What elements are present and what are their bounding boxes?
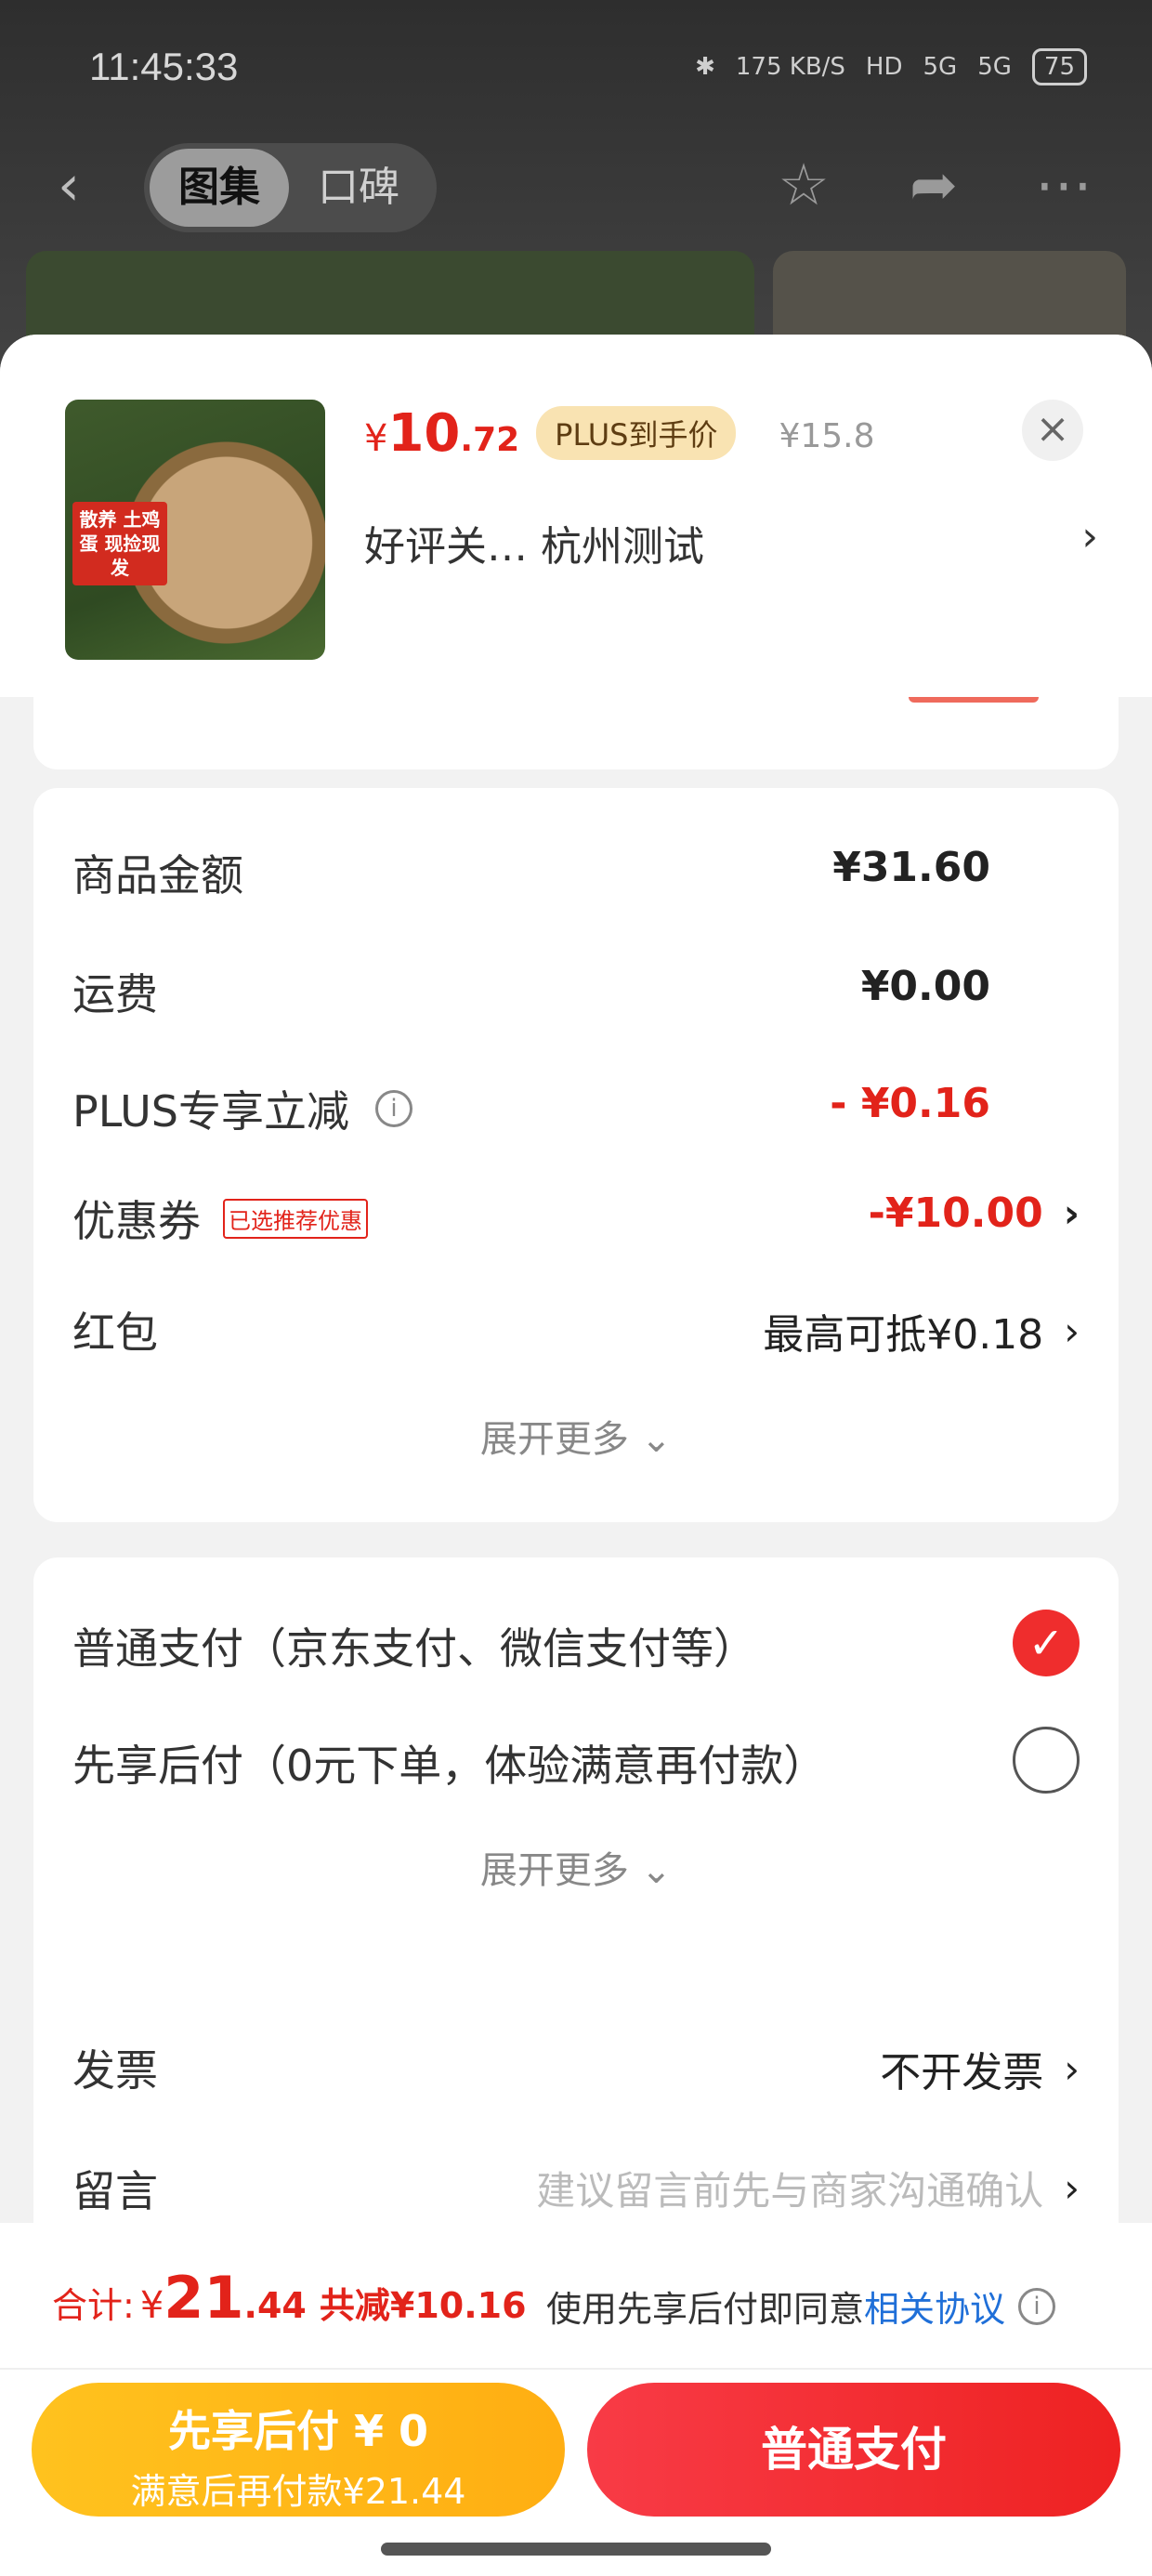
row-label: 发票 bbox=[72, 2045, 158, 2096]
chevron-right-icon: › bbox=[1081, 513, 1098, 560]
row-value-wrap: 最高可抵¥0.18 › bbox=[763, 1301, 1080, 1360]
product-spec-text: 好评关… 杭州测试 bbox=[364, 523, 704, 571]
total-symbol: ¥ bbox=[139, 2284, 164, 2327]
close-button[interactable]: × bbox=[1022, 400, 1083, 461]
pay-later-sub: 满意后再付款¥21.44 bbox=[130, 2471, 466, 2512]
total-integer: 21 bbox=[164, 2264, 244, 2332]
row-value: 最高可抵¥0.18 bbox=[763, 1311, 1044, 1359]
expand-more-button[interactable]: 展开更多 ⌄ bbox=[33, 1409, 1119, 1463]
row-value-wrap: 建议留言前先与商家沟通确认 › bbox=[536, 2160, 1080, 2216]
close-icon: × bbox=[1035, 405, 1070, 453]
row-value: ¥31.60 bbox=[832, 844, 990, 891]
chevron-right-icon: › bbox=[1064, 1308, 1080, 1354]
row-shipping: 运费 ¥0.00 bbox=[72, 952, 1080, 1026]
signal-5g-icon: 5G bbox=[923, 53, 958, 81]
chevron-down-icon: ⌄ bbox=[640, 1418, 673, 1461]
payment-method-card: 普通支付（京东支付、微信支付等） ✓ 先享后付（0元下单，体验满意再付款） 展开… bbox=[33, 1557, 1119, 2030]
chevron-right-icon: › bbox=[1064, 2045, 1080, 2092]
chevron-right-icon: › bbox=[1064, 2165, 1080, 2211]
back-icon[interactable]: ‹ bbox=[58, 158, 106, 216]
info-icon[interactable]: i bbox=[1018, 2287, 1056, 2325]
product-spec-selector[interactable]: 好评关… 杭州测试 › bbox=[364, 513, 1098, 572]
star-icon[interactable]: ☆ bbox=[771, 152, 836, 217]
row-coupon[interactable]: 优惠券 已选推荐优惠 -¥10.00 › bbox=[72, 1178, 1080, 1253]
product-header: 散养 土鸡蛋 现捡现发 ¥ 10 .72 PLUS到手价 ¥15.8 × 好评关… bbox=[0, 335, 1152, 697]
network-speed: 175 KB/S bbox=[735, 53, 845, 81]
note-placeholder[interactable]: 建议留言前先与商家沟通确认 bbox=[536, 2160, 1043, 2216]
share-icon[interactable]: ➦ bbox=[901, 152, 966, 217]
radio-checked-icon[interactable]: ✓ bbox=[1013, 1610, 1080, 1676]
payment-option-label: 普通支付（京东支付、微信支付等） bbox=[72, 1623, 756, 1674]
payment-option-pay-later[interactable]: 先享后付（0元下单，体验满意再付款） bbox=[72, 1723, 1080, 1797]
row-value-wrap: -¥10.00 › bbox=[869, 1189, 1080, 1237]
status-icons: ✱ 175 KB/S HD 5G 5G 75 bbox=[695, 48, 1087, 85]
row-value-wrap: 不开发票 › bbox=[880, 2039, 1080, 2098]
price-summary-card: 商品金额 ¥31.60 运费 ¥0.00 PLUS专享立减 i - ¥0.16 … bbox=[33, 788, 1119, 1522]
more-icon[interactable]: ⋯ bbox=[1031, 152, 1096, 217]
hd-icon: HD bbox=[865, 53, 903, 81]
row-label: 红包 bbox=[72, 1308, 158, 1358]
info-icon[interactable]: i bbox=[374, 1090, 412, 1127]
expand-more-label: 展开更多 bbox=[479, 1849, 629, 1892]
plus-price-badge: PLUS到手价 bbox=[536, 406, 737, 460]
status-bar: 11:45:33 ✱ 175 KB/S HD 5G 5G 75 bbox=[0, 0, 1152, 139]
signal-5g-icon-2: 5G bbox=[977, 53, 1012, 81]
total-decimal: .44 bbox=[243, 2285, 307, 2326]
normal-pay-button[interactable]: 普通支付 bbox=[587, 2383, 1120, 2517]
row-red-packet[interactable]: 红包 最高可抵¥0.18 › bbox=[72, 1290, 1080, 1364]
tab-switcher: 图集 口碑 bbox=[144, 143, 437, 232]
product-image-tag: 散养 土鸡蛋 现捡现发 bbox=[72, 502, 167, 585]
row-goods-amount: 商品金额 ¥31.60 bbox=[72, 833, 1080, 907]
payment-option-label: 先享后付（0元下单，体验满意再付款） bbox=[72, 1741, 827, 1791]
coupon-tag: 已选推荐优惠 bbox=[223, 1198, 368, 1239]
agreement-text: 使用先享后付即同意 bbox=[546, 2289, 865, 2330]
total-savings: 共减¥10.16 bbox=[319, 2285, 527, 2326]
row-label: 运费 bbox=[72, 969, 158, 1019]
agreement: 使用先享后付即同意 相关协议 i bbox=[546, 2280, 1056, 2332]
previous-card-stub bbox=[33, 697, 1119, 769]
row-label: PLUS专享立减 bbox=[72, 1086, 349, 1137]
row-label: 优惠券 bbox=[72, 1196, 201, 1246]
tab-reviews[interactable]: 口碑 bbox=[289, 149, 428, 227]
expand-more-label: 展开更多 bbox=[479, 1418, 629, 1461]
pay-later-main: 先享后付 ¥ 0 bbox=[167, 2406, 429, 2456]
row-label: 留言 bbox=[72, 2166, 158, 2216]
expand-more-button[interactable]: 展开更多 ⌄ bbox=[33, 1840, 1119, 1894]
price-decimal: .72 bbox=[460, 421, 520, 459]
status-time: 11:45:33 bbox=[89, 45, 239, 88]
price-integer: 10 bbox=[387, 403, 461, 464]
original-price: ¥15.8 bbox=[779, 417, 875, 455]
chevron-right-icon: › bbox=[1063, 1190, 1080, 1236]
bluetooth-icon: ✱ bbox=[695, 53, 715, 81]
invoice-value: 不开发票 bbox=[880, 2049, 1044, 2096]
battery-icon: 75 bbox=[1031, 48, 1087, 85]
row-invoice[interactable]: 发票 不开发票 › bbox=[72, 2028, 1080, 2102]
nav-actions: ☆ ➦ ⋯ bbox=[771, 152, 1096, 217]
price-symbol: ¥ bbox=[364, 417, 388, 460]
divider bbox=[0, 2368, 1152, 2370]
total-label: 合计: bbox=[52, 2285, 135, 2326]
row-value: -¥10.00 bbox=[868, 1189, 1043, 1237]
nav-bar: ‹ 图集 口碑 ☆ ➦ ⋯ bbox=[0, 139, 1152, 232]
price-row: ¥ 10 .72 PLUS到手价 ¥15.8 bbox=[364, 403, 875, 466]
row-label-wrap: 优惠券 已选推荐优惠 bbox=[72, 1188, 368, 1249]
payment-option-normal[interactable]: 普通支付（京东支付、微信支付等） ✓ bbox=[72, 1606, 1080, 1680]
row-label: 商品金额 bbox=[72, 850, 243, 900]
product-image[interactable]: 散养 土鸡蛋 现捡现发 bbox=[65, 400, 325, 660]
row-value: ¥0.00 bbox=[860, 963, 990, 1010]
tab-gallery[interactable]: 图集 bbox=[150, 149, 289, 227]
home-indicator[interactable] bbox=[381, 2543, 771, 2556]
row-value: - ¥0.16 bbox=[830, 1080, 990, 1127]
row-note[interactable]: 留言 建议留言前先与商家沟通确认 › bbox=[72, 2149, 1080, 2223]
agreement-link[interactable]: 相关协议 bbox=[864, 2280, 1005, 2332]
stub-accent bbox=[909, 697, 1039, 703]
checkout-footer: 合计: ¥ 21 .44 共减¥10.16 使用先享后付即同意 相关协议 i 先… bbox=[0, 2223, 1152, 2576]
chevron-down-icon: ⌄ bbox=[640, 1849, 673, 1892]
row-plus-discount[interactable]: PLUS专享立减 i - ¥0.16 bbox=[72, 1069, 1080, 1143]
row-label-wrap: PLUS专享立减 i bbox=[72, 1078, 412, 1139]
pay-later-button[interactable]: 先享后付 ¥ 0 满意后再付款¥21.44 bbox=[32, 2383, 565, 2517]
radio-unchecked-icon[interactable] bbox=[1013, 1727, 1080, 1794]
